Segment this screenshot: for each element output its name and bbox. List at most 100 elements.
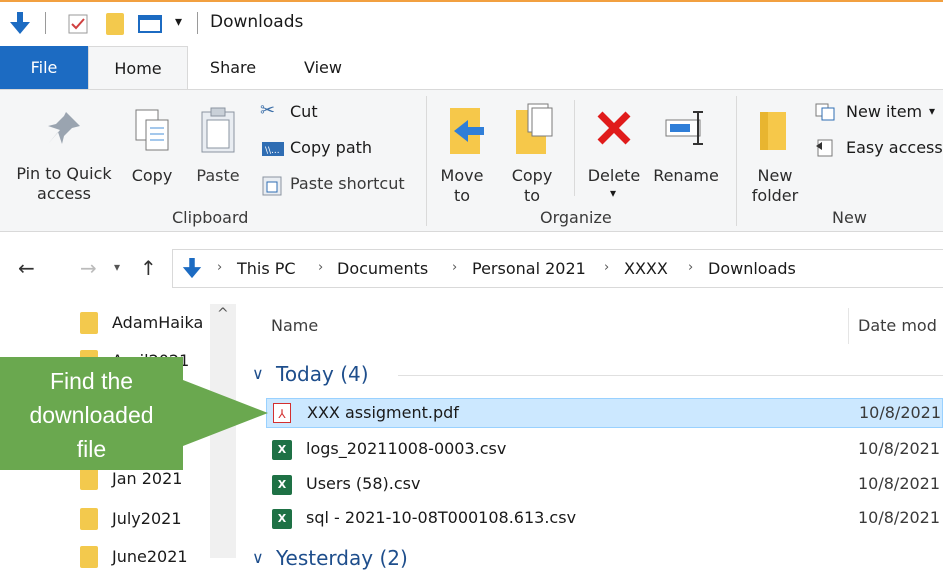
tab-file[interactable]: File xyxy=(0,46,88,89)
table-row[interactable]: X logs_20211008-0003.csv 10/8/2021 xyxy=(266,435,943,465)
copy-to-button[interactable]: Copy to xyxy=(504,98,564,206)
window-title: Downloads xyxy=(210,12,304,32)
move-to-label: Move to xyxy=(440,166,484,205)
forward-arrow-icon[interactable]: → xyxy=(80,256,97,280)
pin-icon xyxy=(48,112,80,144)
pdf-file-icon: ⅄ xyxy=(273,403,291,423)
new-folder-label: New folder xyxy=(751,166,799,205)
nav-item-june2021[interactable]: June2021 xyxy=(112,544,188,570)
file-name: XXX assigment.pdf xyxy=(307,403,459,422)
cut-button[interactable]: ✂ Cut xyxy=(260,100,360,126)
tab-share[interactable]: Share xyxy=(190,46,276,89)
scissors-icon: ✂ xyxy=(260,100,276,121)
properties-check-icon[interactable] xyxy=(68,14,88,34)
file-list: Name Date mod ∨ Today (4) ⅄ XXX assigmen… xyxy=(240,304,943,570)
customize-toolbar-icon[interactable]: ▾ xyxy=(175,14,182,30)
file-date: 10/8/2021 xyxy=(859,403,942,422)
organize-group-label: Organize xyxy=(540,208,612,227)
tab-view[interactable]: View xyxy=(278,46,368,89)
move-to-button[interactable]: Move to xyxy=(436,98,496,206)
svg-text:\\...: \\... xyxy=(265,146,280,156)
column-header-date[interactable]: Date mod xyxy=(858,316,937,335)
file-name: Users (58).csv xyxy=(306,474,421,493)
breadcrumb-chevron-icon: › xyxy=(217,260,223,275)
window-icon[interactable] xyxy=(138,15,162,33)
copy-to-icon xyxy=(516,103,553,154)
file-name: logs_20211008-0003.csv xyxy=(306,439,507,458)
nav-item-july2021[interactable]: July2021 xyxy=(112,506,182,532)
copy-icon xyxy=(135,109,169,151)
paste-button[interactable]: Paste xyxy=(188,98,248,206)
group-label-today: Today (4) xyxy=(276,362,369,386)
folder-icon xyxy=(80,546,98,568)
breadcrumb-this-pc[interactable]: This PC xyxy=(237,259,296,278)
column-header-name[interactable]: Name xyxy=(271,316,318,335)
group-label-yesterday: Yesterday (2) xyxy=(276,546,408,570)
delete-button[interactable]: Delete ▾ xyxy=(584,98,644,206)
move-to-icon xyxy=(450,108,484,154)
breadcrumb-chevron-icon: › xyxy=(452,260,458,275)
new-item-icon xyxy=(815,103,835,121)
easy-access-label: Easy access xyxy=(846,138,943,157)
excel-file-icon: X xyxy=(272,440,292,460)
download-arrow-icon[interactable] xyxy=(8,12,32,36)
rename-label: Rename xyxy=(653,166,719,185)
address-bar: ← → ▾ ↑ › This PC › Documents › Personal… xyxy=(0,232,943,304)
breadcrumb-xxxx[interactable]: XXXX xyxy=(624,259,668,278)
callout-line-3: file xyxy=(76,436,107,462)
rename-icon xyxy=(665,111,703,145)
cut-label: Cut xyxy=(290,102,318,121)
paste-shortcut-label: Paste shortcut xyxy=(290,174,405,193)
group-header-yesterday[interactable]: ∨ Yesterday (2) xyxy=(248,544,943,574)
new-item-button[interactable]: New item ▾ xyxy=(814,100,943,126)
pin-label: Pin to Quick access xyxy=(16,164,112,203)
ribbon: Pin to Quick access Copy Paste ✂ Cut \\.… xyxy=(0,89,943,232)
table-row[interactable]: X Users (58).csv 10/8/2021 xyxy=(266,470,943,500)
new-item-label: New item xyxy=(846,102,923,121)
group-header-today[interactable]: ∨ Today (4) xyxy=(248,360,943,390)
nav-item-adamhaika[interactable]: AdamHaika xyxy=(112,310,212,336)
callout-arrow xyxy=(183,380,268,446)
easy-access-icon xyxy=(816,139,833,157)
callout-line-1: Find the xyxy=(49,368,134,394)
recent-locations-icon[interactable]: ▾ xyxy=(114,260,120,274)
rename-button[interactable]: Rename xyxy=(650,98,722,206)
folder-icon xyxy=(80,312,98,334)
copy-path-label: Copy path xyxy=(290,138,373,157)
breadcrumb-chevron-icon: › xyxy=(604,260,610,275)
delete-label: Delete xyxy=(587,166,641,185)
paste-icon xyxy=(201,107,235,153)
easy-access-button[interactable]: Easy access xyxy=(814,136,943,162)
clipboard-group-label: Clipboard xyxy=(172,208,249,227)
excel-file-icon: X xyxy=(272,475,292,495)
breadcrumb-personal-2021[interactable]: Personal 2021 xyxy=(472,259,586,278)
new-folder-button[interactable]: New folder xyxy=(744,98,806,206)
copy-path-icon: \\... xyxy=(262,142,284,156)
new-folder-icon xyxy=(760,112,786,150)
breadcrumb-downloads[interactable]: Downloads xyxy=(708,259,796,278)
paste-label: Paste xyxy=(196,166,240,185)
copy-button[interactable]: Copy xyxy=(124,98,180,206)
up-arrow-icon[interactable]: ↑ xyxy=(140,256,157,280)
callout-box: Find the downloaded file xyxy=(0,357,183,470)
folder-icon xyxy=(80,508,98,530)
table-row[interactable]: ⅄ XXX assigment.pdf 10/8/2021 xyxy=(266,398,943,428)
file-date: 10/8/2021 xyxy=(858,474,941,493)
copy-label: Copy xyxy=(131,166,173,185)
pin-to-quick-access-button[interactable]: Pin to Quick access xyxy=(8,98,120,206)
paste-shortcut-icon xyxy=(262,176,282,196)
paste-shortcut-button[interactable]: Paste shortcut xyxy=(260,172,420,198)
delete-dropdown-icon[interactable]: ▾ xyxy=(610,186,616,200)
breadcrumb-documents[interactable]: Documents xyxy=(337,259,428,278)
scroll-up-icon[interactable]: ^ xyxy=(217,306,229,322)
copy-to-label: Copy to xyxy=(511,166,553,205)
ribbon-tabs: File Home Share View xyxy=(0,46,943,89)
callout-line-2: downloaded xyxy=(29,402,154,428)
back-arrow-icon[interactable]: ← xyxy=(18,256,35,280)
copy-path-button[interactable]: \\... Copy path xyxy=(260,136,390,162)
file-name: sql - 2021-10-08T000108.613.csv xyxy=(306,508,577,527)
tab-home[interactable]: Home xyxy=(88,46,188,89)
new-folder-quick-icon[interactable] xyxy=(106,13,124,35)
table-row[interactable]: X sql - 2021-10-08T000108.613.csv 10/8/2… xyxy=(266,504,943,534)
breadcrumb-chevron-icon: › xyxy=(318,260,324,275)
